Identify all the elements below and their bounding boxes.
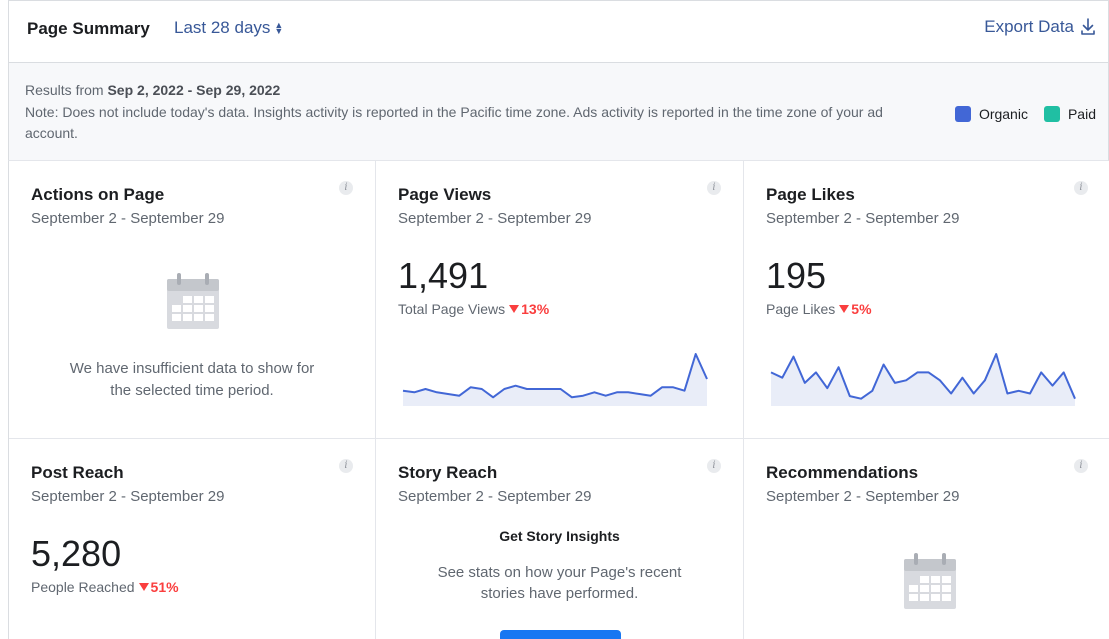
- down-arrow-icon: [509, 305, 520, 313]
- change-value: 13%: [521, 301, 550, 317]
- card-date: September 2 - September 29: [766, 210, 960, 227]
- page-summary-title: Page Summary: [27, 19, 150, 38]
- organic-swatch: [954, 106, 971, 122]
- sort-arrows-icon: ▲ ▼: [274, 20, 284, 36]
- down-arrow-icon: [138, 583, 149, 591]
- results-range: Results from Sep 2, 2022 - Sep 29, 2022: [25, 82, 280, 98]
- change-badge: 13%: [509, 301, 549, 317]
- change-badge: 5%: [839, 301, 872, 317]
- legend-organic: Organic: [954, 106, 1028, 122]
- post-reach-card[interactable]: Post Reach September 2 - September 29 i …: [9, 439, 376, 639]
- date-range-label: Last 28 days: [174, 18, 271, 37]
- card-title: Story Reach: [398, 463, 498, 482]
- metric-label: Page Likes: [766, 301, 836, 317]
- organic-label: Organic: [978, 106, 1028, 122]
- change-value: 5%: [851, 301, 872, 317]
- info-icon[interactable]: i: [339, 181, 353, 195]
- page-likes-card[interactable]: Page Likes September 2 - September 29 i …: [744, 161, 1109, 439]
- card-date: September 2 - September 29: [398, 210, 592, 227]
- info-icon[interactable]: i: [707, 181, 721, 195]
- export-data-label: Export Data: [984, 17, 1074, 36]
- page-views-sparkline: [402, 353, 708, 406]
- card-date: September 2 - September 29: [398, 488, 592, 505]
- card-title: Page Views: [398, 185, 492, 204]
- story-insights-button[interactable]: [500, 630, 621, 639]
- insufficient-line-1: We have insufficient data to show for: [69, 360, 315, 377]
- card-title: Page Likes: [766, 185, 855, 204]
- story-insights-description: See stats on how your Page's recent stor…: [376, 562, 743, 604]
- metric-label: People Reached: [31, 579, 135, 595]
- paid-label: Paid: [1067, 106, 1096, 122]
- page-views-card[interactable]: Page Views September 2 - September 29 i …: [376, 161, 744, 439]
- story-insights-heading: Get Story Insights: [499, 528, 620, 544]
- info-icon[interactable]: i: [1074, 181, 1088, 195]
- metric-label: Total Page Views: [398, 301, 506, 317]
- card-title: Recommendations: [766, 463, 919, 482]
- timezone-note: Note: Does not include today's data. Ins…: [25, 104, 883, 141]
- page-likes-sparkline: [770, 353, 1076, 406]
- export-data-link[interactable]: Export Data: [984, 17, 1096, 37]
- page-summary-header: Page Summary Last 28 days ▲ ▼ Export Data: [8, 0, 1109, 63]
- calendar-icon: [904, 553, 956, 609]
- sparkline-area: [771, 354, 1075, 406]
- page-views-subtitle: Total Page Views 13%: [398, 301, 549, 317]
- page-likes-value: 195: [766, 255, 827, 296]
- page-views-value: 1,491: [398, 255, 489, 296]
- story-desc-line-1: See stats on how your Page's recent: [437, 564, 682, 581]
- results-prefix: Results from: [25, 82, 104, 98]
- card-title: Post Reach: [31, 463, 124, 482]
- story-desc-line-2: stories have performed.: [480, 585, 639, 602]
- card-title: Actions on Page: [31, 185, 165, 204]
- results-info: Results from Sep 2, 2022 - Sep 29, 2022 …: [8, 63, 1109, 161]
- legend: Organic Paid: [939, 106, 1096, 122]
- card-date: September 2 - September 29: [766, 488, 960, 505]
- card-date: September 2 - September 29: [31, 210, 225, 227]
- info-icon[interactable]: i: [1074, 459, 1088, 473]
- change-value: 51%: [150, 579, 179, 595]
- summary-grid: Actions on Page September 2 - September …: [8, 161, 1109, 639]
- post-reach-subtitle: People Reached 51%: [31, 579, 179, 595]
- calendar-icon: [167, 273, 219, 329]
- results-dates: Sep 2, 2022 - Sep 29, 2022: [107, 82, 281, 98]
- date-range-dropdown[interactable]: Last 28 days ▲ ▼: [174, 18, 283, 38]
- story-reach-card[interactable]: Story Reach September 2 - September 29 i…: [376, 439, 744, 639]
- legend-paid: Paid: [1043, 106, 1096, 122]
- down-arrow-icon: [839, 305, 850, 313]
- insufficient-data-message: We have insufficient data to show for th…: [9, 358, 375, 402]
- info-icon[interactable]: i: [339, 459, 353, 473]
- info-icon[interactable]: i: [707, 459, 721, 473]
- paid-swatch: [1043, 106, 1060, 122]
- change-badge: 51%: [138, 579, 179, 595]
- actions-on-page-card[interactable]: Actions on Page September 2 - September …: [9, 161, 376, 439]
- page-likes-subtitle: Page Likes 5%: [766, 301, 872, 317]
- card-date: September 2 - September 29: [31, 488, 225, 505]
- download-icon: [1081, 18, 1095, 35]
- recommendations-card[interactable]: Recommendations September 2 - September …: [744, 439, 1109, 639]
- sparkline-area: [403, 354, 707, 406]
- post-reach-value: 5,280: [31, 533, 122, 574]
- insufficient-line-2: the selected time period.: [110, 382, 274, 399]
